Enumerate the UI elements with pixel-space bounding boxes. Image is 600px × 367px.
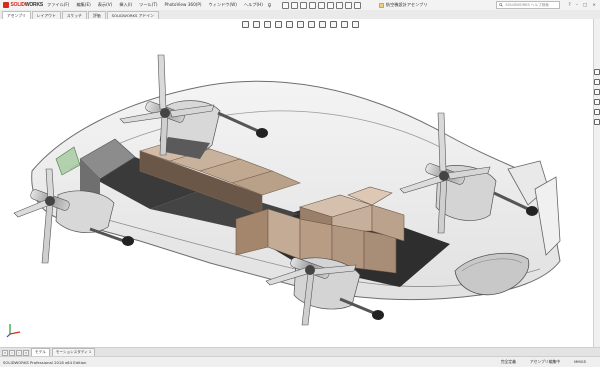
- menu-view[interactable]: 表示(V): [98, 2, 113, 8]
- assembly-icon: [379, 2, 384, 8]
- menu-insert[interactable]: 挿入(I): [119, 2, 132, 8]
- menu-tools[interactable]: ツール(T): [139, 2, 157, 8]
- section-view-icon[interactable]: [274, 20, 282, 28]
- view-orientation-icon[interactable]: [285, 20, 293, 28]
- ds-logo-icon: [3, 2, 9, 8]
- file-properties-icon[interactable]: [344, 1, 352, 9]
- open-folder-icon[interactable]: [290, 1, 298, 9]
- solidworks-logo[interactable]: SOLIDWORKS: [0, 2, 43, 8]
- hide-show-items-icon[interactable]: [307, 20, 315, 28]
- maximize-icon[interactable]: □: [583, 3, 587, 8]
- zoom-area-icon[interactable]: [252, 20, 260, 28]
- close-icon[interactable]: ×: [592, 3, 596, 8]
- custom-properties-icon[interactable]: [594, 119, 600, 125]
- tab-scroll-arrows: « ‹ › »: [2, 349, 29, 356]
- menu-help[interactable]: ヘルプ(H): [244, 2, 263, 8]
- reference-triad-icon: [6, 324, 21, 338]
- pin-icon[interactable]: [267, 2, 272, 8]
- graphics-viewport[interactable]: [0, 19, 593, 357]
- task-pane: [593, 19, 600, 357]
- search-icon: [499, 3, 504, 7]
- status-bar: SOLIDWORKS Professional 2018 x64 Edition…: [0, 356, 600, 367]
- search-placeholder: SOLIDWORKS ヘルプ検索: [505, 2, 549, 7]
- status-definition: 完全定義: [500, 359, 516, 364]
- edit-appearance-icon[interactable]: [318, 20, 326, 28]
- options-gear-icon[interactable]: [353, 1, 361, 9]
- save-icon[interactable]: [299, 1, 307, 9]
- tab-addins[interactable]: SOLIDWORKS アドイン: [106, 11, 159, 19]
- menu-file[interactable]: ファイル(F): [47, 2, 69, 8]
- quick-access-toolbar: [281, 1, 361, 9]
- heads-up-view-toolbar: [0, 20, 600, 28]
- help-search-input[interactable]: SOLIDWORKS ヘルプ検索: [496, 1, 561, 9]
- apply-scene-icon[interactable]: [329, 20, 337, 28]
- document-title-area: 航空機設計アセンブリ: [379, 2, 428, 8]
- appearances-icon[interactable]: [594, 109, 600, 115]
- tab-evaluate[interactable]: 評価: [87, 11, 106, 19]
- tab-assembly[interactable]: アセンブリ: [2, 11, 31, 19]
- view-settings-icon[interactable]: [340, 20, 348, 28]
- menu-bar: ファイル(F) 編集(E) 表示(V) 挿入(I) ツール(T) PhotoVi…: [47, 2, 263, 8]
- menu-photoview[interactable]: PhotoView 360(P): [165, 2, 202, 8]
- logo-brand: SOLID: [10, 2, 25, 8]
- menu-edit[interactable]: 編集(E): [76, 2, 90, 8]
- last-tab-icon[interactable]: »: [23, 349, 29, 356]
- window-controls: ? – □ ×: [568, 3, 596, 8]
- prev-tab-icon[interactable]: ‹: [9, 349, 15, 356]
- previous-view-icon[interactable]: [263, 20, 271, 28]
- print-icon[interactable]: [308, 1, 316, 9]
- display-pane-icon[interactable]: [351, 20, 359, 28]
- select-arrow-icon[interactable]: [326, 1, 334, 9]
- units-selector[interactable]: MMGS: [574, 359, 586, 365]
- status-edit-mode: アセンブリ編集中: [529, 359, 561, 364]
- logo-suffix: WORKS: [24, 2, 43, 8]
- undo-icon[interactable]: [317, 1, 325, 9]
- aircraft-assembly-model[interactable]: [0, 19, 593, 357]
- document-title: 航空機設計アセンブリ: [385, 2, 428, 7]
- zoom-to-fit-icon[interactable]: [241, 20, 249, 28]
- tab-sketch[interactable]: スケッチ: [61, 11, 87, 19]
- minimize-icon[interactable]: –: [576, 3, 578, 8]
- design-library-icon[interactable]: [594, 79, 600, 85]
- file-explorer-icon[interactable]: [594, 89, 600, 95]
- next-tab-icon[interactable]: ›: [16, 349, 22, 356]
- tab-layout[interactable]: レイアウト: [31, 11, 61, 19]
- view-palette-icon[interactable]: [594, 99, 600, 105]
- resources-icon[interactable]: [594, 69, 600, 75]
- display-style-icon[interactable]: [296, 20, 304, 28]
- new-document-icon[interactable]: [281, 1, 289, 9]
- status-product-name: SOLIDWORKS Professional 2018 x64 Edition: [3, 359, 87, 365]
- rebuild-icon[interactable]: [335, 1, 343, 9]
- menu-window[interactable]: ウィンドウ(W): [209, 2, 237, 8]
- help-icon[interactable]: ?: [568, 3, 570, 8]
- first-tab-icon[interactable]: «: [2, 349, 8, 356]
